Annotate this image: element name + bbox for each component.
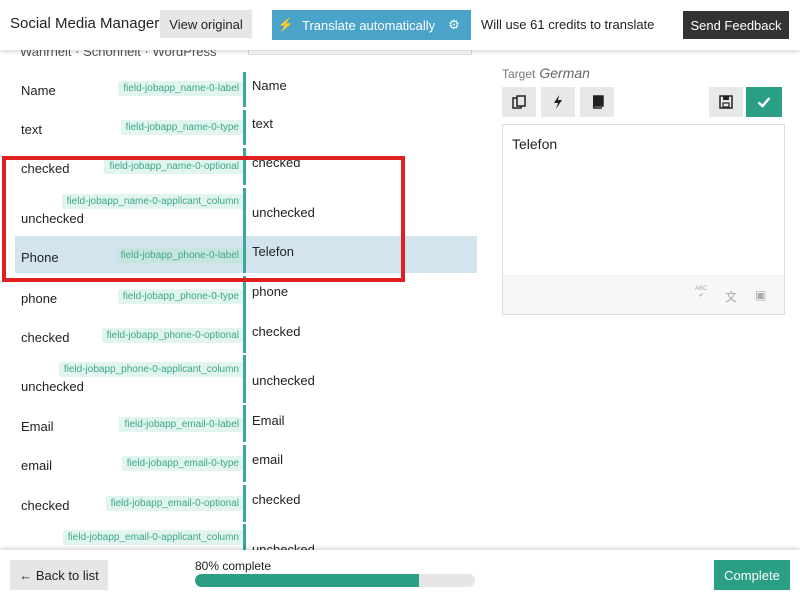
list-item[interactable]: Name field-jobapp_name-0-label Name [15,72,477,107]
source-text: unchecked [21,379,84,394]
string-key-badge: field-jobapp_phone-0-optional [101,328,244,343]
spellcheck-icon-text: ABC [695,286,708,292]
string-list[interactable]: Wahrheit · Schönheit · WordPress Name fi… [0,50,490,550]
view-original-button[interactable]: View original [160,10,252,38]
translation-text[interactable]: Telefon [512,136,557,152]
glossary-icon[interactable]: ▣ [755,288,766,302]
list-item[interactable]: checked field-jobapp_email-0-optional ch… [15,485,477,522]
list-item[interactable]: text field-jobapp_name-0-type text [15,110,477,145]
target-language-label: Target German [502,65,590,81]
target-text: unchecked [252,373,315,388]
glossary-button[interactable] [580,87,614,117]
list-item[interactable]: unchecked field-jobapp_email-0-applicant… [15,524,477,550]
target-text: unchecked [252,542,315,550]
bolt-icon [554,95,562,109]
translate-automatically-label: Translate automatically [302,17,436,33]
string-key-badge: field-jobapp_email-0-optional [105,496,244,511]
row-divider [243,316,246,353]
target-language: German [539,65,590,81]
target-text: checked [252,492,301,507]
spellcheck-icon[interactable]: ABC ✔ [695,286,707,300]
progress-label: 80% complete [195,559,272,573]
complete-button[interactable]: Complete [714,560,790,590]
string-key-badge: field-jobapp_name-0-type [120,120,244,135]
target-text: checked [252,324,301,339]
source-text: Name [21,83,56,98]
row-divider [243,276,246,316]
book-icon [592,95,604,109]
bottom-bar: ← Back to list 80% complete Complete [0,550,800,600]
machine-translate-button[interactable] [541,87,575,117]
list-item[interactable]: phone field-jobapp_phone-0-type phone [15,276,477,316]
row-divider [243,110,246,145]
save-icon [719,95,733,109]
translation-editor[interactable]: Telefon ABC ✔ 文 ▣ [502,124,785,315]
source-text: text [21,122,42,137]
top-bar: Social Media Manager View original ⚡ Tra… [0,0,800,50]
string-key-badge: field-jobapp_email-0-applicant_column [62,530,244,545]
string-key-badge: field-jobapp_phone-0-type [117,289,244,304]
accept-button[interactable] [746,87,782,117]
list-item[interactable]: checked field-jobapp_phone-0-optional ch… [15,316,477,353]
source-text: email [21,458,53,473]
gear-icon[interactable]: ⚙ [437,17,471,33]
highlight-box [2,156,405,282]
row-divider [243,524,246,550]
string-key-badge: field-jobapp_email-0-label [119,417,244,432]
target-text: Email [252,413,285,428]
save-button[interactable] [709,87,743,117]
copy-source-icon [512,95,526,109]
list-item[interactable]: email field-jobapp_email-0-type email [15,445,477,482]
cutoff-row-text: Wahrheit · Schönheit · WordPress [20,50,217,59]
list-item[interactable]: Email field-jobapp_email-0-label Email [15,405,477,442]
editor-footer: ABC ✔ 文 ▣ [503,275,784,314]
list-item[interactable]: unchecked field-jobapp_phone-0-applicant… [15,355,477,403]
send-feedback-button[interactable]: Send Feedback [683,11,789,39]
credits-text: Will use 61 credits to translate [481,17,655,32]
checkmark-icon [757,97,771,108]
target-text: text [252,116,273,131]
row-divider [243,72,246,107]
copy-source-button[interactable] [502,87,536,117]
source-text: checked [21,498,70,513]
row-divider [243,355,246,403]
row-divider [243,485,246,522]
target-text: phone [252,284,289,299]
translate-automatically-button[interactable]: ⚡ Translate automatically ⚙ [272,10,471,40]
source-text: checked [21,330,70,345]
string-key-badge: field-jobapp_name-0-label [118,81,244,96]
target-text: email [252,452,284,467]
progress-fill [195,574,419,587]
source-text: Email [21,419,54,434]
target-text: Name [252,78,287,93]
cutoff-row-field [248,50,472,55]
source-text: phone [21,291,58,306]
string-key-badge: field-jobapp_phone-0-applicant_column [58,362,244,377]
back-to-list-button[interactable]: ← Back to list [10,560,108,590]
bolt-icon: ⚡ [277,17,295,32]
target-label-text: Target [502,67,536,81]
translate-icon[interactable]: 文 [725,288,737,305]
row-divider [243,405,246,442]
app-title: Social Media Manager [10,15,160,32]
string-key-badge: field-jobapp_email-0-type [121,456,244,471]
progress-bar [195,574,475,587]
row-divider [243,445,246,482]
